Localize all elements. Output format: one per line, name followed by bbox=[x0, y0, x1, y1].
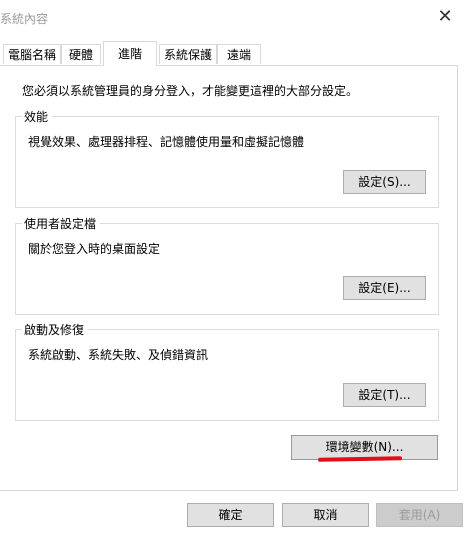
user-profiles-description: 關於您登入時的桌面設定 bbox=[28, 242, 161, 256]
tab-strip: 電腦名稱 硬體 進階 系統保護 遠端 bbox=[0, 41, 465, 66]
cancel-button[interactable]: 取消 bbox=[282, 503, 369, 527]
user-profiles-group: 使用者設定檔 關於您登入時的桌面設定 設定(E)... bbox=[15, 215, 439, 315]
ok-button[interactable]: 確定 bbox=[187, 503, 274, 527]
tab-system-protection[interactable]: 系統保護 bbox=[159, 44, 217, 64]
performance-settings-button[interactable]: 設定(S)... bbox=[343, 170, 426, 194]
startup-recovery-title: 啟動及修復 bbox=[22, 321, 89, 338]
tab-computer-name[interactable]: 電腦名稱 bbox=[3, 44, 61, 64]
performance-description: 視覺效果、處理器排程、記憶體使用量和虛擬記憶體 bbox=[28, 135, 305, 149]
startup-recovery-settings-button[interactable]: 設定(T)... bbox=[343, 383, 426, 407]
tab-remote[interactable]: 遠端 bbox=[217, 44, 261, 64]
apply-button[interactable]: 套用(A) bbox=[376, 503, 463, 527]
user-profiles-title: 使用者設定檔 bbox=[22, 215, 101, 232]
startup-recovery-description: 系統啟動、系統失敗、及偵錯資訊 bbox=[28, 348, 209, 362]
window-title: 系統內容 bbox=[0, 12, 49, 26]
close-icon[interactable]: ✕ bbox=[430, 6, 460, 28]
admin-notice: 您必須以系統管理員的身分登入，才能變更這裡的大部分設定。 bbox=[22, 84, 359, 98]
user-profiles-settings-button[interactable]: 設定(E)... bbox=[343, 276, 426, 300]
tab-hardware[interactable]: 硬體 bbox=[61, 44, 101, 64]
title-bar: 系統內容 ✕ bbox=[0, 0, 465, 34]
tab-advanced[interactable]: 進階 bbox=[103, 41, 157, 66]
startup-recovery-group: 啟動及修復 系統啟動、系統失敗、及偵錯資訊 設定(T)... bbox=[15, 321, 439, 421]
performance-title: 效能 bbox=[22, 108, 53, 125]
performance-group: 效能 視覺效果、處理器排程、記憶體使用量和虛擬記憶體 設定(S)... bbox=[15, 108, 439, 208]
